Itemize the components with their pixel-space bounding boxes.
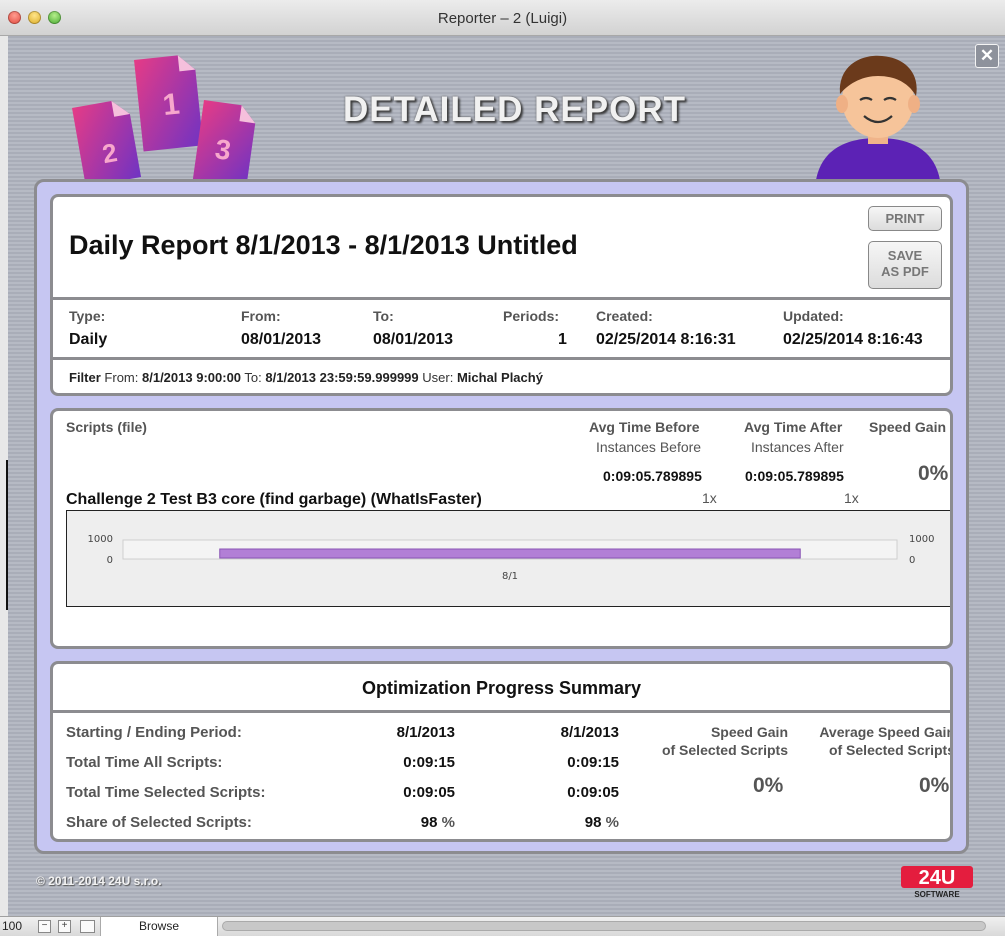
mode-selector[interactable]: Browse — [100, 917, 218, 936]
copyright-text: © 2011-2014 24U s.r.o. — [36, 874, 162, 888]
avg-speed-gain-sublabel: of Selected Scripts — [828, 742, 953, 758]
avg-time-after-value: 0:09:05.789895 — [745, 468, 844, 484]
y-tick-right-bottom: 0 — [909, 555, 915, 566]
speed-gain-selected-value: 0% — [753, 774, 784, 797]
script-chart: 1000 0 1000 0 8/1 — [66, 510, 950, 607]
avg-speed-gain-value: 0% — [919, 774, 950, 797]
type-value: Daily — [69, 331, 108, 348]
toolbar-toggle-button[interactable] — [80, 920, 95, 933]
header-divider — [53, 297, 950, 300]
y-tick-left-bottom: 0 — [107, 555, 113, 566]
script-name[interactable]: Challenge 2 Test B3 core (find garbage) … — [66, 491, 482, 509]
type-label: Type: — [69, 308, 106, 324]
close-report-button[interactable]: ✕ — [975, 44, 999, 68]
instances-before-label: Instances Before — [596, 439, 702, 455]
summary-row-label: Share of Selected Scripts: — [66, 814, 252, 831]
report-header-card: Daily Report 8/1/2013 - 8/1/2013 Untitle… — [50, 194, 953, 396]
filter-user-value: Michal Plachý — [456, 370, 543, 385]
instances-after-value: 1x — [844, 490, 859, 506]
filter-to-label: To: — [244, 370, 262, 385]
filter-from-label: From: — [104, 370, 139, 385]
filter-to-value: 8/1/2013 23:59:59.999999 — [265, 370, 419, 385]
instances-before-value: 1x — [702, 490, 717, 506]
y-tick-left-top: 1000 — [88, 534, 113, 545]
brand-logo-top: 24U — [919, 867, 956, 889]
summary-row-label: Starting / Ending Period: — [66, 724, 242, 741]
x-tick-label: 8/1 — [502, 571, 518, 582]
scripts-card: Scripts (file) Avg Time Before Instances… — [50, 408, 953, 649]
save-pdf-line2: AS PDF — [881, 264, 929, 279]
page-heading: DETAILED REPORT — [343, 90, 686, 129]
status-bar: 100 − + Browse — [0, 916, 1005, 936]
meta-divider — [53, 357, 950, 360]
share-end-unit: % — [605, 814, 619, 831]
share-end-number: 98 — [584, 814, 602, 831]
chart-bar — [219, 548, 801, 559]
zoom-level[interactable]: 100 — [2, 919, 22, 933]
summary-end-value: 8/1/2013 — [560, 724, 619, 741]
avg-time-before-label: Avg Time Before — [589, 419, 700, 435]
scripts-header: Scripts (file) — [66, 419, 147, 435]
zoom-out-button[interactable]: − — [38, 920, 51, 933]
summary-divider — [53, 710, 950, 713]
summary-start-value: 0:09:05 — [403, 784, 455, 801]
report-documents-icon: 2 1 3 — [72, 55, 256, 180]
window-title: Reporter – 2 (Luigi) — [437, 10, 568, 27]
avg-time-after-label: Avg Time After — [744, 419, 843, 435]
summary-end-value: 98 % — [517, 814, 619, 831]
speed-gain-selected-label: Speed Gain — [710, 724, 788, 740]
updated-value: 02/25/2014 8:16:43 — [783, 331, 923, 348]
filter-user-label: User: — [422, 370, 454, 385]
filter-label: Filter — [69, 370, 101, 385]
avg-time-before-value: 0:09:05.789895 — [603, 468, 702, 484]
report-stage: ✕ 2 1 3 DETAILED REPORT © 2011-2014 24U … — [8, 36, 1005, 916]
summary-end-value: 0:09:05 — [567, 784, 619, 801]
periods-label: Periods: — [503, 308, 560, 324]
speed-gain-selected-sublabel: of Selected Scripts — [661, 742, 788, 758]
summary-end-value: 0:09:15 — [567, 754, 619, 771]
periods-value: 1 — [558, 331, 567, 348]
created-value: 02/25/2014 8:16:31 — [596, 331, 736, 348]
summary-start-value: 8/1/2013 — [396, 724, 455, 741]
summary-card: Optimization Progress Summary Starting /… — [50, 661, 953, 842]
save-as-pdf-button[interactable]: SAVE AS PDF — [868, 241, 942, 289]
from-value: 08/01/2013 — [241, 331, 322, 348]
share-start-unit: % — [441, 814, 455, 831]
doc-number-1: 1 — [161, 88, 181, 123]
filter-from-value: 8/1/2013 9:00:00 — [142, 370, 242, 385]
speed-gain-label: Speed Gain — [869, 419, 947, 435]
summary-row-label: Total Time Selected Scripts: — [66, 784, 266, 801]
filter-line: Filter From: 8/1/2013 9:00:00 To: 8/1/20… — [69, 370, 543, 385]
summary-start-value: 0:09:15 — [403, 754, 455, 771]
brand-logo: 24U SOFTWARE — [901, 866, 973, 899]
report-title: Daily Report 8/1/2013 - 8/1/2013 Untitle… — [69, 230, 578, 260]
horizontal-scrollbar[interactable] — [222, 921, 986, 931]
instances-after-label: Instances After — [751, 439, 844, 455]
from-label: From: — [241, 308, 281, 324]
summary-row-label: Total Time All Scripts: — [66, 754, 223, 771]
avatar — [816, 55, 940, 180]
speed-gain-value: 0% — [918, 462, 949, 485]
y-tick-right-top: 1000 — [909, 534, 934, 545]
report-panel: Daily Report 8/1/2013 - 8/1/2013 Untitle… — [34, 179, 969, 854]
print-button[interactable]: PRINT — [868, 206, 942, 231]
script-chart-svg: 1000 0 1000 0 8/1 — [88, 534, 935, 582]
avg-speed-gain-label: Average Speed Gain — [819, 724, 953, 740]
brand-logo-bottom: SOFTWARE — [914, 890, 960, 899]
created-label: Created: — [596, 308, 653, 324]
save-pdf-line1: SAVE — [887, 248, 923, 263]
to-label: To: — [373, 308, 394, 324]
to-value: 08/01/2013 — [373, 331, 454, 348]
zoom-in-button[interactable]: + — [58, 920, 71, 933]
title-bar: Reporter – 2 (Luigi) — [0, 0, 1005, 36]
summary-start-value: 98 % — [353, 814, 455, 831]
updated-label: Updated: — [783, 308, 844, 324]
share-start-number: 98 — [420, 814, 438, 831]
summary-title: Optimization Progress Summary — [361, 678, 642, 698]
